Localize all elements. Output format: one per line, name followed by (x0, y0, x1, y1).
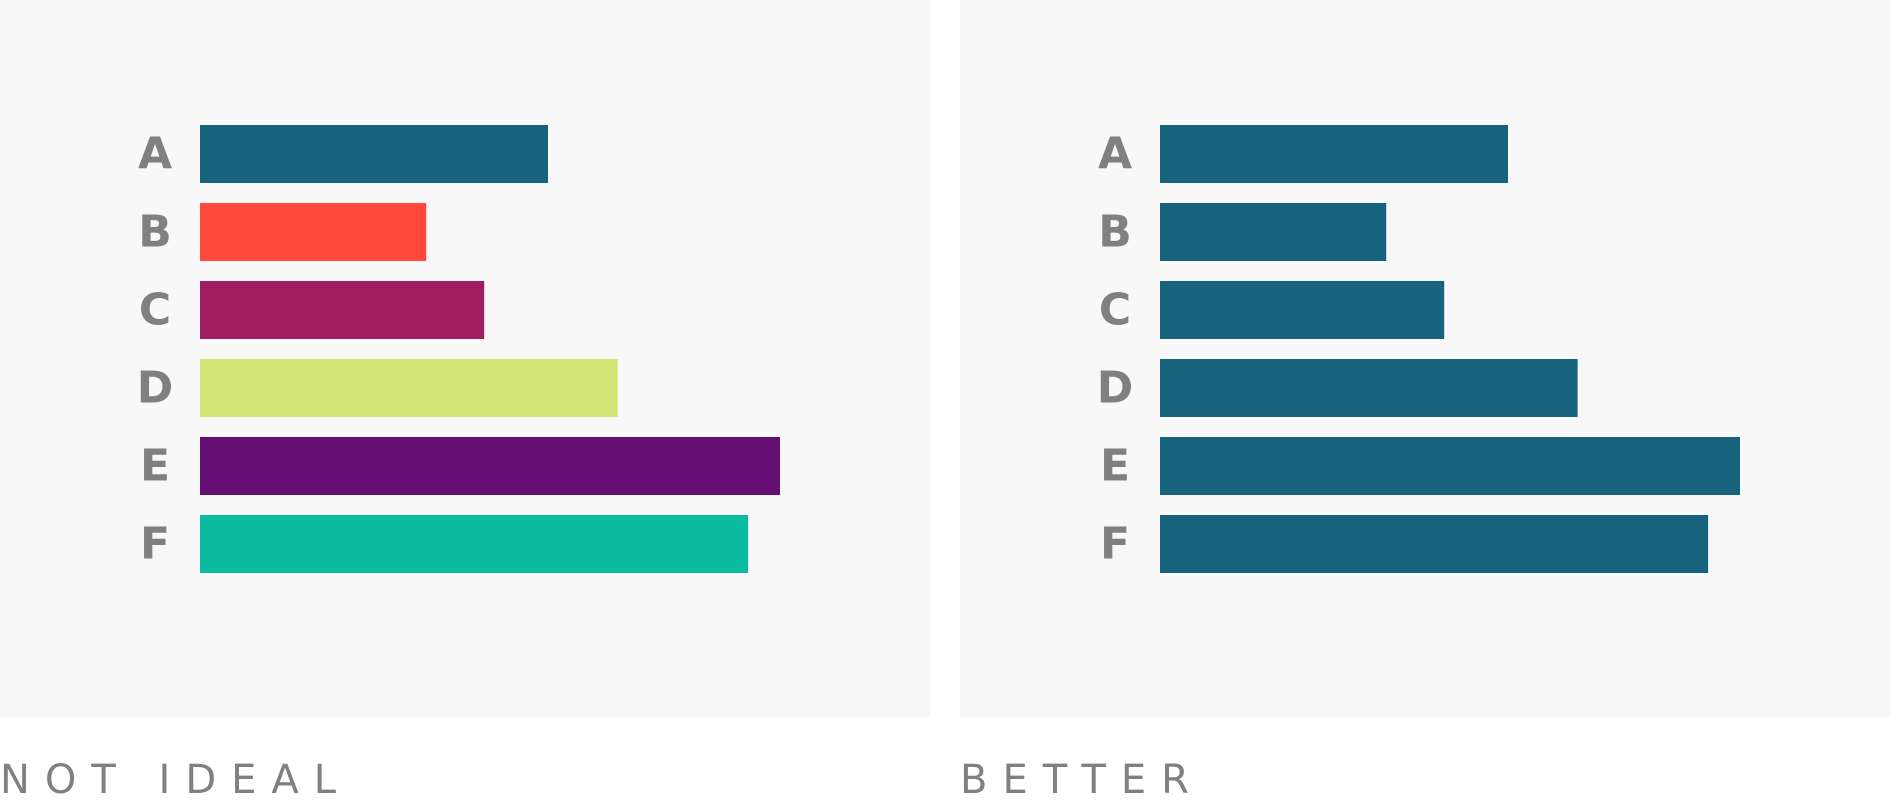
bar-c (1160, 281, 1444, 339)
bar-d (1160, 359, 1578, 417)
bar-d (200, 359, 618, 417)
bar-f (1160, 515, 1708, 573)
category-label-c: C (139, 285, 171, 336)
bar-b (200, 203, 426, 261)
bar-e (1160, 437, 1740, 495)
bar-chart-better: ABCDEF (960, 0, 1890, 717)
category-label-e: E (1100, 441, 1130, 492)
caption-not-ideal: NOT IDEAL (0, 756, 351, 804)
category-label-f: F (140, 519, 170, 570)
category-label-d: D (1097, 363, 1134, 414)
category-label-b: B (138, 207, 172, 258)
bar-c (200, 281, 484, 339)
category-label-a: A (138, 129, 172, 180)
category-label-d: D (137, 363, 174, 414)
category-label-f: F (1100, 519, 1130, 570)
bar-a (1160, 125, 1508, 183)
category-label-a: A (1098, 129, 1132, 180)
caption-better: BETTER (960, 756, 1204, 804)
bar-e (200, 437, 780, 495)
category-label-b: B (1098, 207, 1132, 258)
bar-a (200, 125, 548, 183)
bar-chart-not-ideal: ABCDEF (0, 0, 930, 717)
chart-panel-better: ABCDEF (960, 0, 1890, 717)
category-label-c: C (1099, 285, 1131, 336)
chart-panel-not-ideal: ABCDEF (0, 0, 930, 717)
bar-f (200, 515, 748, 573)
bar-b (1160, 203, 1386, 261)
category-label-e: E (140, 441, 170, 492)
